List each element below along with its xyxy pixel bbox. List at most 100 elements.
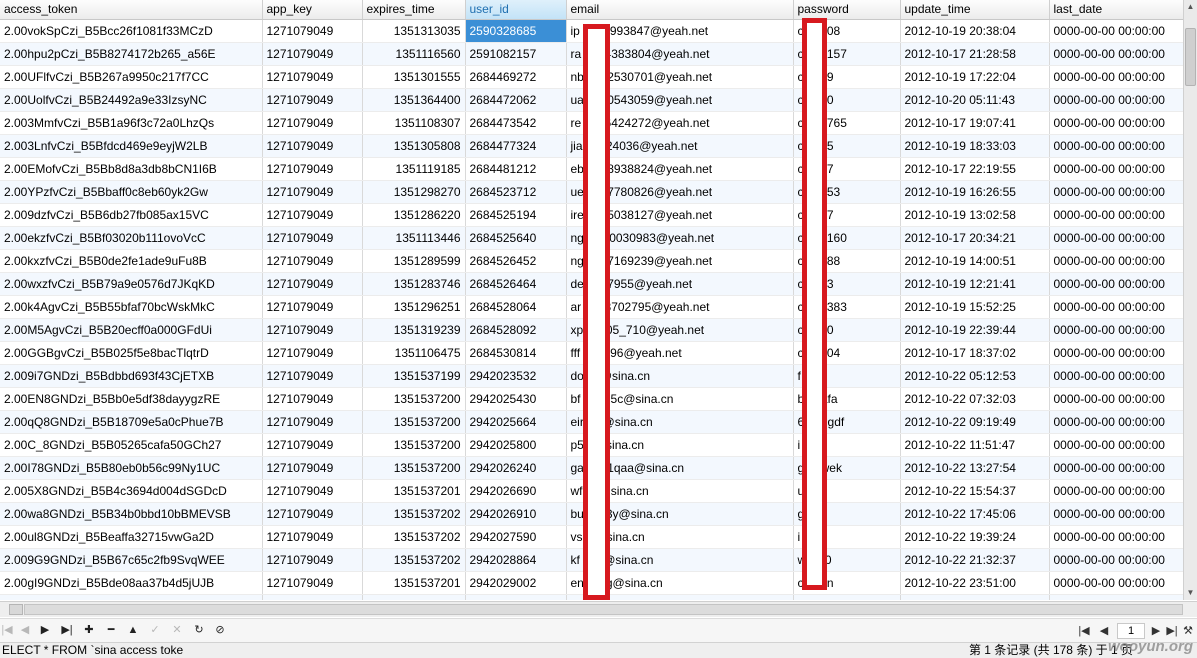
cancel-icon[interactable]: ✕ xyxy=(170,623,184,637)
cell-last-date[interactable]: 0000-00-00 00:00:00 xyxy=(1049,433,1183,457)
cell-user-id[interactable]: 2942025430 xyxy=(465,387,567,411)
cell-update-time[interactable]: 2012-10-19 16:26:55 xyxy=(900,180,1050,204)
cell-expires-time[interactable]: 1351623599 xyxy=(362,594,466,600)
cell-user-id[interactable]: 2591082157 xyxy=(465,42,567,66)
cell-access-token[interactable]: 2.00EN8GNDzi_B5Bb0e5df38dayygzRE xyxy=(0,387,263,411)
cell-app-key[interactable]: 1271079049 xyxy=(262,249,363,273)
cell-app-key[interactable]: 1271079049 xyxy=(262,157,363,181)
cell-user-id[interactable]: 2684477324 xyxy=(465,134,567,158)
cell-user-id[interactable]: 2942026240 xyxy=(465,456,567,480)
cell-update-time[interactable]: 2012-10-17 20:34:21 xyxy=(900,226,1050,250)
cell-password[interactable]: 8 f xyxy=(793,594,901,600)
cell-update-time[interactable]: 2012-10-22 23:51:00 xyxy=(900,571,1050,595)
cell-access-token[interactable]: 2.00ul8GNDzi_B5Beaffa32715vwGa2D xyxy=(0,525,263,549)
cell-app-key[interactable]: 1271079049 xyxy=(262,65,363,89)
cell-app-key[interactable]: 1271079049 xyxy=(262,571,363,595)
cell-expires-time[interactable]: 1351289599 xyxy=(362,249,466,273)
cell-last-date[interactable]: 0000-00-00 00:00:00 xyxy=(1049,157,1183,181)
cell-access-token[interactable]: 2.00I78GNDzi_B5B80eb0b56c99Ny1UC xyxy=(0,456,263,480)
last-page-icon[interactable]: ▶| xyxy=(1165,624,1179,638)
cell-last-date[interactable]: 0000-00-00 00:00:00 xyxy=(1049,341,1183,365)
cell-last-date[interactable]: 0000-00-00 00:00:00 xyxy=(1049,180,1183,204)
cell-app-key[interactable]: 1271079049 xyxy=(262,88,363,112)
cell-last-date[interactable]: 0000-00-00 00:00:00 xyxy=(1049,410,1183,434)
cell-access-token[interactable]: 2.00wxzfvCzi_B5B79a9e0576d7JKqKD xyxy=(0,272,263,296)
cell-expires-time[interactable]: 1351537200 xyxy=(362,387,466,411)
cell-access-token[interactable]: 2.003MmfvCzi_B5B1a96f3c72a0LhzQs xyxy=(0,111,263,135)
cell-user-id[interactable]: 2942025664 xyxy=(465,410,567,434)
cell-last-date[interactable]: 0000-00-00 00:00:00 xyxy=(1049,19,1183,43)
up-icon[interactable]: ▲ xyxy=(126,623,140,637)
cell-update-time[interactable]: 2012-10-22 19:39:24 xyxy=(900,525,1050,549)
cell-user-id[interactable]: 2684526464 xyxy=(465,272,567,296)
cell-user-id[interactable]: 2942026910 xyxy=(465,502,567,526)
prev-record-icon[interactable]: ◀ xyxy=(18,623,32,637)
cell-update-time[interactable]: 2012-10-22 11:51:47 xyxy=(900,433,1050,457)
cell-app-key[interactable]: 1271079049 xyxy=(262,19,363,43)
cell-update-time[interactable]: 2012-10-19 15:52:25 xyxy=(900,295,1050,319)
cell-access-token[interactable]: 2.00UFlfvCzi_B5B267a9950c217f7CC xyxy=(0,65,263,89)
cell-access-token[interactable]: 2.00k4AgvCzi_B5B55bfaf70bcWskMkC xyxy=(0,295,263,319)
cell-last-date[interactable]: 0000-00-00 00:00:00 xyxy=(1049,456,1183,480)
cell-expires-time[interactable]: 1351119185 xyxy=(362,157,466,181)
cell-user-id[interactable]: 2684473542 xyxy=(465,111,567,135)
cell-user-id[interactable]: 2684523712 xyxy=(465,180,567,204)
cell-last-date[interactable]: 0000-00-00 00:00:00 xyxy=(1049,387,1183,411)
cell-user-id[interactable]: 2684528064 xyxy=(465,295,567,319)
cell-app-key[interactable]: 1271079049 xyxy=(262,364,363,388)
cell-last-date[interactable]: 0000-00-00 00:00:00 xyxy=(1049,272,1183,296)
last-record-icon[interactable]: ▶| xyxy=(60,623,74,637)
scroll-up-icon[interactable]: ▲ xyxy=(1184,0,1197,14)
cell-update-time[interactable]: 2012-10-17 18:37:02 xyxy=(900,341,1050,365)
cell-last-date[interactable]: 0000-00-00 00:00:00 xyxy=(1049,364,1183,388)
cell-expires-time[interactable]: 1351537202 xyxy=(362,525,466,549)
cell-update-time[interactable]: 2012-10-19 18:33:03 xyxy=(900,134,1050,158)
cell-update-time[interactable]: 2012-10-22 07:32:03 xyxy=(900,387,1050,411)
cell-access-token[interactable]: 2.00C_8GNDzi_B5B05265cafa50GCh27 xyxy=(0,433,263,457)
column-header-password[interactable]: password xyxy=(793,0,901,20)
cell-expires-time[interactable]: 1351319239 xyxy=(362,318,466,342)
cell-user-id[interactable]: 2590328685 xyxy=(465,19,567,43)
column-header-app-key[interactable]: app_key xyxy=(262,0,363,20)
column-header-last-date[interactable]: last_date xyxy=(1049,0,1183,20)
cell-user-id[interactable]: 2942023532 xyxy=(465,364,567,388)
cell-update-time[interactable]: 2012-10-22 21:32:37 xyxy=(900,548,1050,572)
cell-update-time[interactable]: 2012-10-20 05:11:43 xyxy=(900,88,1050,112)
cell-expires-time[interactable]: 1351537201 xyxy=(362,479,466,503)
vertical-scrollbar[interactable]: ▲ ▼ xyxy=(1183,0,1197,600)
cell-app-key[interactable]: 1271079049 xyxy=(262,433,363,457)
cell-user-id[interactable]: 2684472062 xyxy=(465,88,567,112)
cell-update-time[interactable]: 2012-10-19 13:02:58 xyxy=(900,203,1050,227)
cell-expires-time[interactable]: 1351537201 xyxy=(362,571,466,595)
cell-expires-time[interactable]: 1351537199 xyxy=(362,364,466,388)
cell-expires-time[interactable]: 1351537202 xyxy=(362,548,466,572)
cell-app-key[interactable]: 1271079049 xyxy=(262,42,363,66)
cell-expires-time[interactable]: 1351313035 xyxy=(362,19,466,43)
cell-expires-time[interactable]: 1351113446 xyxy=(362,226,466,250)
cell-app-key[interactable]: 1271079049 xyxy=(262,594,363,600)
cell-app-key[interactable]: 1271079049 xyxy=(262,180,363,204)
cell-last-date[interactable]: 0000-00-00 00:00:00 xyxy=(1049,295,1183,319)
cell-user-id[interactable]: 2684481212 xyxy=(465,157,567,181)
cell-last-date[interactable]: 0000-00-00 00:00:00 xyxy=(1049,502,1183,526)
horizontal-scroll-thumb[interactable] xyxy=(9,604,23,615)
cell-update-time[interactable]: 2012-10-19 22:39:44 xyxy=(900,318,1050,342)
next-page-icon[interactable]: ▶ xyxy=(1149,624,1163,638)
first-page-icon[interactable]: |◀ xyxy=(1077,624,1091,638)
cell-user-id[interactable]: 2942025800 xyxy=(465,433,567,457)
settings-icon[interactable]: ⚒ xyxy=(1181,624,1195,638)
cell-last-date[interactable]: 0000-00-00 00:00:00 xyxy=(1049,226,1183,250)
cell-update-time[interactable]: 2012-10-23 01:08:40 xyxy=(900,594,1050,600)
cell-last-date[interactable]: 0000-00-00 00:00:00 xyxy=(1049,571,1183,595)
cell-access-token[interactable]: 2.00uP9GNDzi_B5B91d2151f486dTpBD xyxy=(0,594,263,600)
cell-user-id[interactable]: 2684530814 xyxy=(465,341,567,365)
cell-expires-time[interactable]: 1351283746 xyxy=(362,272,466,296)
cell-expires-time[interactable]: 1351296251 xyxy=(362,295,466,319)
cell-last-date[interactable]: 0000-00-00 00:00:00 xyxy=(1049,249,1183,273)
cell-update-time[interactable]: 2012-10-19 12:21:41 xyxy=(900,272,1050,296)
column-header-user-id[interactable]: user_id xyxy=(465,0,567,20)
column-header-expires-time[interactable]: expires_time xyxy=(362,0,466,20)
cell-last-date[interactable]: 0000-00-00 00:00:00 xyxy=(1049,318,1183,342)
cell-user-id[interactable]: 2942029450 xyxy=(465,594,567,600)
cell-update-time[interactable]: 2012-10-22 05:12:53 xyxy=(900,364,1050,388)
